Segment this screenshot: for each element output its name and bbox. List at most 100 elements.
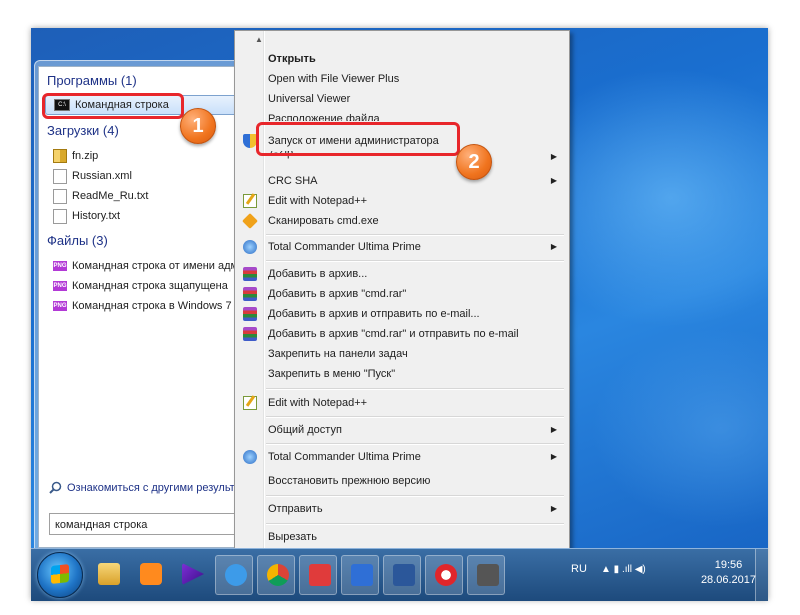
menu-item-archive-and-email[interactable]: Добавить в архив и отправить по e-mail..… [237,304,565,324]
ie-taskbar-icon[interactable] [215,555,253,595]
result-item-file-2[interactable]: PNG Командная строка зщапущена [53,277,228,295]
menu-item-label: Open with File Viewer Plus [268,73,400,85]
vivaldi-taskbar-icon[interactable] [299,555,337,595]
menu-item-scan-cmd[interactable]: Сканировать cmd.exe [237,211,565,231]
png-icon: PNG [53,281,67,291]
clock-time: 19:56 [714,559,743,571]
menu-scroll-up-icon[interactable]: ▲ [255,35,263,44]
winrar-icon [243,287,257,301]
file-icon [53,188,67,204]
menu-item-label: Общий доступ [268,424,342,436]
menu-item-open[interactable]: Открыть [237,49,565,69]
menu-item-sharing[interactable]: Общий доступ ▶ [237,420,565,440]
show-desktop-button[interactable] [755,549,768,601]
menu-item-pin-taskbar[interactable]: Закрепить на панели задач [237,344,565,364]
files-header: Файлы (3) [47,233,108,248]
wallpaper-glow [591,328,768,528]
cmd-taskbar-icon[interactable] [467,555,505,595]
clock-date: 28.06.2017 [700,574,756,586]
winrar-icon [243,327,257,341]
result-item-label: Командная строка от имени адм [72,260,239,272]
media-player-taskbar-icon[interactable] [131,555,169,595]
menu-item-send-to[interactable]: Отправить ▶ [237,499,565,519]
downloads-header: Загрузки (4) [47,123,119,138]
explorer-taskbar-icon[interactable] [89,555,127,595]
result-item-label: ReadMe_Ru.txt [72,190,149,202]
menu-item-label: CRC SHA [268,175,318,187]
console-icon [477,564,499,586]
menu-item-file-location[interactable]: Расположение файла [237,109,565,121]
result-item-file-1[interactable]: PNG Командная строка от имени адм [53,257,238,275]
notepadpp-icon [243,396,257,410]
menu-item-pin-start[interactable]: Закрепить в меню "Пуск" [237,364,565,384]
menu-item-label: Добавить в архив "cmd.rar" [268,288,407,300]
menu-item-label: Total Commander Ultima Prime [268,451,421,463]
file-icon [53,168,67,184]
player-taskbar-icon[interactable] [173,555,211,595]
callout-badge-1: 1 [180,108,216,144]
word-taskbar-icon[interactable] [383,555,421,595]
result-item-history[interactable]: History.txt [53,207,120,225]
start-search-input[interactable]: командная строка [49,513,244,535]
result-item-label: Командная строка в Windows 7 [72,300,232,312]
menu-item-label: Отправить [268,503,323,515]
result-item-russian-xml[interactable]: Russian.xml [53,167,132,185]
result-item-fn-zip[interactable]: fn.zip [53,147,98,165]
chrome-taskbar-icon[interactable] [257,555,295,595]
menu-item-add-to-archive[interactable]: Добавить в архив... [237,264,565,284]
see-more-results-link[interactable]: Ознакомиться с другими результа [49,481,241,494]
programs-header-label: Программы (1) [47,73,137,88]
submenu-arrow-icon: ▶ [550,425,557,434]
result-item-label: Командная строка зщапущена [72,280,228,292]
menu-item-total-commander[interactable]: Total Commander Ultima Prime ▶ [237,237,565,257]
result-item-readme[interactable]: ReadMe_Ru.txt [53,187,148,205]
menu-item-label: Добавить в архив "cmd.rar" и отправить п… [268,328,519,340]
taskbar: RU ▲ ▮ .ıll ◀) 19:56 28.06.2017 [31,548,768,601]
submenu-arrow-icon: ▶ [550,242,557,251]
callout-highlight-1 [42,93,184,119]
tray-icons[interactable]: ▲ ▮ .ıll ◀) [601,564,646,575]
language-indicator[interactable]: RU [571,563,587,575]
menu-item-total-commander-2[interactable]: Total Commander Ultima Prime ▶ [237,447,565,467]
opera-taskbar-icon[interactable] [425,555,463,595]
menu-separator [266,234,564,236]
chrome-icon [267,564,289,586]
menu-separator [266,260,564,262]
menu-item-cmd-rar-and-email[interactable]: Добавить в архив "cmd.rar" и отправить п… [237,324,565,344]
menu-item-crc-sha[interactable]: CRC SHA ▶ [237,171,565,191]
start-menu-results: Программы (1) C:\ Командная строка Загру… [38,66,249,548]
search-icon [49,481,62,494]
menu-item-edit-notepadpp[interactable]: Edit with Notepad++ [237,191,565,211]
menu-item-label: Добавить в архив... [268,268,368,280]
result-item-file-3[interactable]: PNG Командная строка в Windows 7 [53,297,232,315]
menu-item-label: Добавить в архив и отправить по e-mail..… [268,308,480,320]
uac-shield-icon [243,134,257,148]
clock[interactable]: 19:56 28.06.2017 [701,558,756,588]
menu-item-label: Закрепить в меню "Пуск" [268,368,396,380]
app-taskbar-icon[interactable] [341,555,379,595]
callout-badge-2: 2 [456,144,492,180]
file-icon [53,208,67,224]
menu-item-label: Закрепить на панели задач [268,348,408,360]
result-item-label: Russian.xml [72,170,132,182]
png-icon: PNG [53,301,67,311]
menu-item-label: Вырезать [268,531,317,543]
menu-item-restore-previous[interactable]: Восстановить прежнюю версию [237,471,565,491]
search-input-value: командная строка [55,519,148,531]
menu-separator [266,443,564,445]
menu-item-edit-notepadpp-2[interactable]: Edit with Notepad++ [237,393,565,413]
taskbar-overflow-button[interactable] [511,555,525,595]
menu-item-universal-viewer[interactable]: Universal Viewer [237,89,565,109]
context-menu: ▲ Открыть Open with File Viewer Plus Uni… [234,30,570,574]
menu-item-file-viewer-plus[interactable]: Open with File Viewer Plus [237,69,565,89]
result-item-label: History.txt [72,210,121,222]
menu-item-label: Edit with Notepad++ [268,195,368,207]
winrar-icon [243,307,257,321]
menu-item-cut[interactable]: Вырезать [237,527,565,547]
start-button-icon[interactable] [37,552,83,598]
menu-separator [266,523,564,525]
menu-item-add-to-cmd-rar[interactable]: Добавить в архив "cmd.rar" [237,284,565,304]
notepadpp-icon [243,194,257,208]
zip-icon [53,149,67,163]
menu-item-label: Total Commander Ultima Prime [268,241,421,253]
